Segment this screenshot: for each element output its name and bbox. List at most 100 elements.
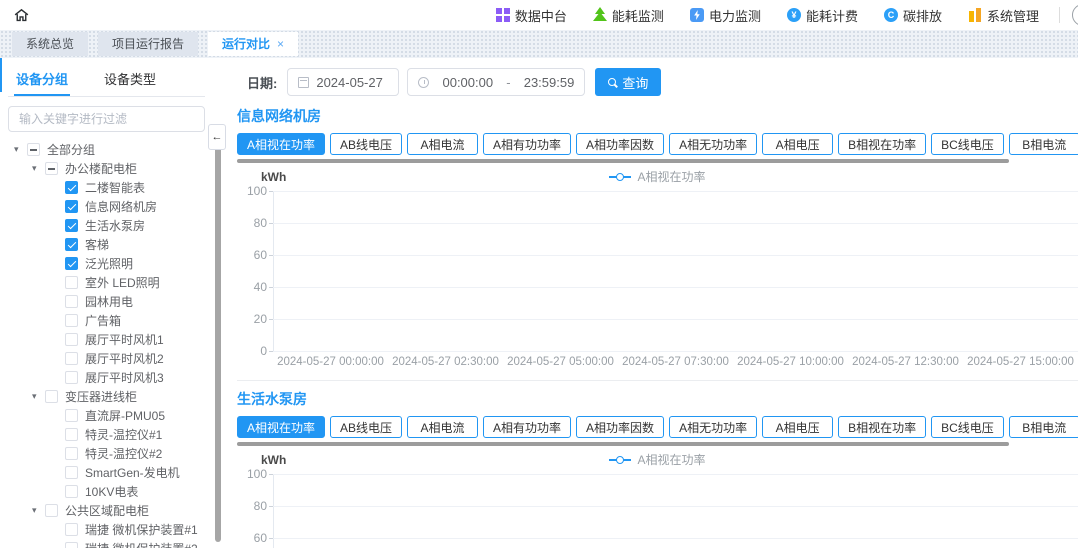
tree-filter-input[interactable] xyxy=(8,106,205,132)
tree-checkbox[interactable] xyxy=(45,162,58,175)
tree-checkbox[interactable] xyxy=(65,181,78,194)
tree-node[interactable]: 直流屏-PMU05 xyxy=(8,406,205,425)
parameter-button[interactable]: B相视在功率 xyxy=(838,133,926,155)
parameter-button[interactable]: B相电流 xyxy=(1009,416,1078,438)
tree-node[interactable]: 展厅平时风机2 xyxy=(8,349,205,368)
sidebar-tab[interactable]: 设备分组 xyxy=(14,62,70,96)
nav-icon xyxy=(968,8,982,22)
tree-node[interactable]: 客梯 xyxy=(8,235,205,254)
date-picker[interactable]: 2024-05-27 xyxy=(287,68,399,96)
parameter-button[interactable]: A相电压 xyxy=(762,416,833,438)
caret-down-icon[interactable] xyxy=(32,505,45,516)
tree-node[interactable]: 泛光照明 xyxy=(8,254,205,273)
tree-node[interactable]: 全部分组 xyxy=(8,140,205,159)
parameter-button[interactable]: A相无功功率 xyxy=(669,416,757,438)
parameter-buttons: A相视在功率 AB线电压 A相电流 A相有功功率 A相功率因数 A相无功功率 A… xyxy=(237,416,1078,438)
parameter-button[interactable]: A相视在功率 xyxy=(237,416,325,438)
top-nav-item[interactable]: 电力监测 xyxy=(690,6,761,25)
chart-legend[interactable]: A相视在功率 xyxy=(237,168,1078,185)
tree-node[interactable]: 变压器进线柜 xyxy=(8,387,205,406)
parameter-button[interactable]: A相电流 xyxy=(407,133,478,155)
tree-node[interactable]: 展厅平时风机1 xyxy=(8,330,205,349)
top-nav-item[interactable]: 数据中台 xyxy=(496,6,567,25)
tree-node[interactable]: 园林用电 xyxy=(8,292,205,311)
horizontal-scrollbar-thumb[interactable] xyxy=(237,159,1009,163)
sidebar-collapse-button[interactable]: ← xyxy=(208,124,226,150)
parameter-button[interactable]: AB线电压 xyxy=(330,133,402,155)
top-header: 数据中台 能耗监测 电力监测 ¥ 能耗计费 C xyxy=(0,0,1078,30)
tree-checkbox[interactable] xyxy=(65,466,78,479)
tree-node[interactable]: 瑞捷 微机保护装置#2 xyxy=(8,539,205,548)
caret-down-icon[interactable] xyxy=(32,391,45,402)
tree-checkbox[interactable] xyxy=(45,504,58,517)
close-icon[interactable]: × xyxy=(277,32,284,56)
parameter-button[interactable]: A相功率因数 xyxy=(576,416,664,438)
top-nav-item[interactable]: 系统管理 xyxy=(968,6,1039,25)
clock-icon xyxy=(418,77,429,88)
tree-checkbox[interactable] xyxy=(65,523,78,536)
window-tab[interactable]: 项目运行报告 xyxy=(98,32,198,56)
tree-node[interactable]: 展厅平时风机3 xyxy=(8,368,205,387)
tree-checkbox[interactable] xyxy=(65,200,78,213)
tree-checkbox[interactable] xyxy=(65,447,78,460)
tree-checkbox[interactable] xyxy=(65,409,78,422)
tree-node[interactable]: 特灵-温控仪#1 xyxy=(8,425,205,444)
tree-checkbox[interactable] xyxy=(65,276,78,289)
tree-checkbox[interactable] xyxy=(27,143,40,156)
parameter-button[interactable]: A相电压 xyxy=(762,133,833,155)
horizontal-scrollbar-thumb[interactable] xyxy=(237,442,1009,446)
user-avatar[interactable] xyxy=(1072,4,1078,26)
tree-node[interactable]: 瑞捷 微机保护装置#1 xyxy=(8,520,205,539)
parameter-button[interactable]: BC线电压 xyxy=(931,133,1004,155)
tree-node[interactable]: 二楼智能表 xyxy=(8,178,205,197)
time-range-picker[interactable]: 00:00:00 - 23:59:59 xyxy=(407,68,585,96)
window-tab[interactable]: 系统总览 xyxy=(12,32,88,56)
tree-node[interactable]: 公共区域配电柜 xyxy=(8,501,205,520)
top-nav-item-label: 数据中台 xyxy=(515,6,567,25)
top-nav-item[interactable]: ¥ 能耗计费 xyxy=(787,6,858,25)
tree-node[interactable]: 信息网络机房 xyxy=(8,197,205,216)
tree-checkbox[interactable] xyxy=(65,314,78,327)
parameter-button[interactable]: A相有功功率 xyxy=(483,133,571,155)
tree-checkbox[interactable] xyxy=(65,542,78,548)
tree-node[interactable]: 室外 LED照明 xyxy=(8,273,205,292)
parameter-button[interactable]: A相电流 xyxy=(407,416,478,438)
parameter-button[interactable]: A相视在功率 xyxy=(237,133,325,155)
parameter-button[interactable]: A相无功功率 xyxy=(669,133,757,155)
tree-node[interactable]: 特灵-温控仪#2 xyxy=(8,444,205,463)
tree-node-label: 瑞捷 微机保护装置#1 xyxy=(85,521,198,538)
chart-plot-area: 100 80 60 xyxy=(237,191,1078,351)
parameter-button[interactable]: A相有功功率 xyxy=(483,416,571,438)
tree-node[interactable]: 10KV电表 xyxy=(8,482,205,501)
top-nav-item[interactable]: 能耗监测 xyxy=(593,6,664,25)
top-nav-item[interactable]: C 碳排放 xyxy=(884,6,942,25)
tree-checkbox[interactable] xyxy=(65,352,78,365)
tree-node-label: 公共区域配电柜 xyxy=(65,502,149,519)
sidebar-tab[interactable]: 设备类型 xyxy=(102,62,158,96)
parameter-button[interactable]: B相视在功率 xyxy=(838,416,926,438)
parameter-button[interactable]: BC线电压 xyxy=(931,416,1004,438)
sidebar-scrollbar-thumb[interactable] xyxy=(215,126,221,542)
tree-node[interactable]: SmartGen-发电机 xyxy=(8,463,205,482)
parameter-button[interactable]: B相电流 xyxy=(1009,133,1078,155)
tree-checkbox[interactable] xyxy=(65,428,78,441)
window-tab[interactable]: 运行对比 × xyxy=(208,32,298,56)
tree-checkbox[interactable] xyxy=(65,485,78,498)
tree-checkbox[interactable] xyxy=(65,219,78,232)
tree-checkbox[interactable] xyxy=(45,390,58,403)
tree-checkbox[interactable] xyxy=(65,257,78,270)
tree-checkbox[interactable] xyxy=(65,371,78,384)
caret-down-icon[interactable] xyxy=(14,144,27,155)
caret-down-icon[interactable] xyxy=(32,163,45,174)
tree-checkbox[interactable] xyxy=(65,238,78,251)
tree-checkbox[interactable] xyxy=(65,333,78,346)
tree-node[interactable]: 办公楼配电柜 xyxy=(8,159,205,178)
parameter-button[interactable]: A相功率因数 xyxy=(576,133,664,155)
tree-checkbox[interactable] xyxy=(65,295,78,308)
query-button[interactable]: 查询 xyxy=(595,68,661,96)
tree-node[interactable]: 生活水泵房 xyxy=(8,216,205,235)
home-icon[interactable] xyxy=(10,4,32,26)
chart-legend[interactable]: A相视在功率 xyxy=(237,451,1078,468)
tree-node[interactable]: 广告箱 xyxy=(8,311,205,330)
parameter-button[interactable]: AB线电压 xyxy=(330,416,402,438)
